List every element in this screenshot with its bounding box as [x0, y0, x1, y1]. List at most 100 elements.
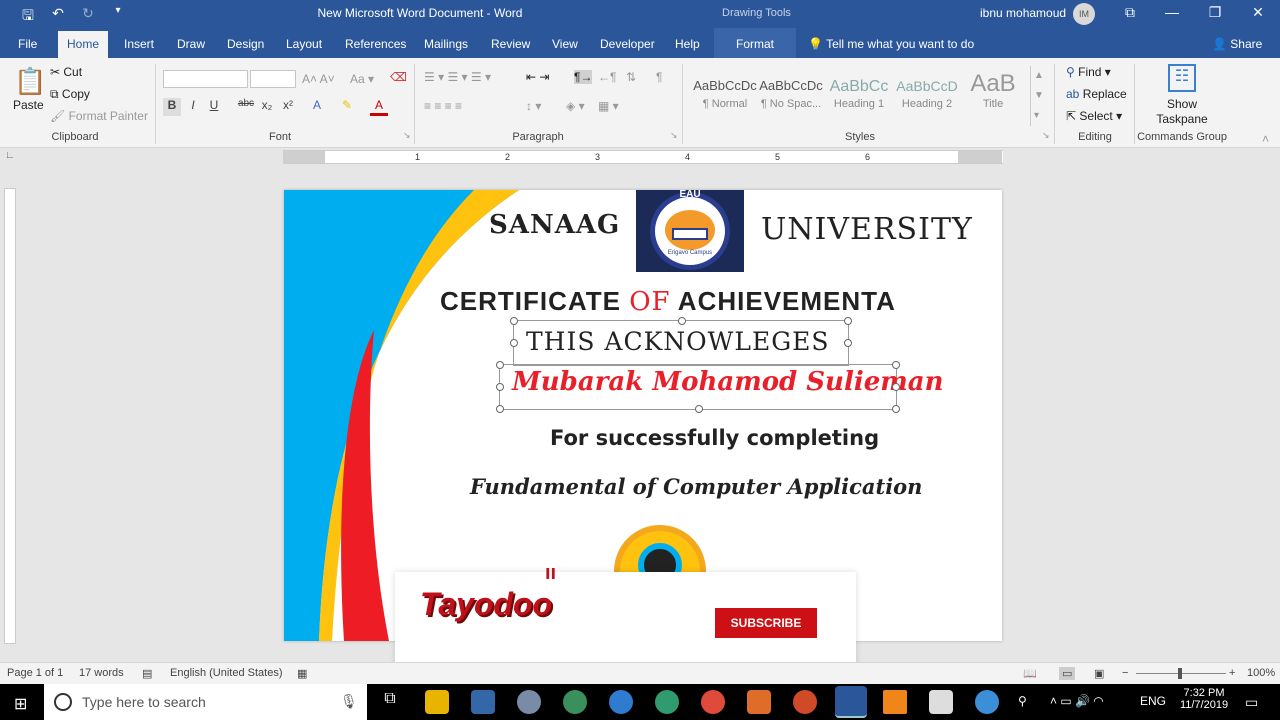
paragraph-launcher-icon[interactable]: ↘	[670, 130, 678, 141]
language[interactable]: English (United States)	[170, 667, 283, 679]
app-icon[interactable]	[563, 690, 587, 714]
proofing-icon[interactable]: ▤	[142, 667, 152, 680]
resize-handle[interactable]	[695, 405, 703, 413]
tab-selector-icon[interactable]: ∟	[5, 150, 15, 161]
zoom-level[interactable]: 100%	[1247, 667, 1275, 679]
superscript-button[interactable]: x²	[279, 98, 297, 116]
font-size-select[interactable]	[250, 70, 296, 88]
resize-handle[interactable]	[510, 317, 518, 325]
horizontal-ruler[interactable]: 1 2 3 4 5 6	[283, 150, 1003, 164]
chrome-icon[interactable]	[701, 690, 725, 714]
tab-file[interactable]: File	[18, 37, 37, 51]
clipboard-icon[interactable]: 📋	[14, 66, 46, 97]
pilcrow-icon[interactable]: ¶	[656, 70, 662, 84]
restore-button[interactable]: ❐	[1205, 4, 1225, 24]
app-icon[interactable]	[747, 690, 771, 714]
style-title[interactable]: AaB Title	[960, 66, 1026, 122]
bullets-icon[interactable]: ☰ ▾ ☰ ▾ ☰ ▾	[424, 70, 491, 84]
font-launcher-icon[interactable]: ↘	[403, 130, 411, 141]
resize-handle[interactable]	[844, 339, 852, 347]
notifications-icon[interactable]: ▭	[1245, 694, 1258, 711]
tab-layout[interactable]: Layout	[286, 37, 322, 51]
find-button[interactable]: ⚲ Find ▾	[1066, 65, 1111, 79]
align-icons[interactable]: ≡ ≡ ≡ ≡	[424, 99, 462, 113]
people-icon[interactable]: ⚲	[1018, 694, 1027, 708]
style-normal[interactable]: AaBbCcDc ¶ Normal	[692, 66, 758, 122]
tab-draw[interactable]: Draw	[177, 37, 205, 51]
copy-button[interactable]: ⧉ Copy	[50, 87, 90, 102]
format-painter-button[interactable]: 🖌 Format Painter	[50, 109, 148, 123]
page-count[interactable]: Page 1 of 1	[7, 667, 63, 679]
avatar[interactable]: IM	[1073, 3, 1095, 25]
app-icon[interactable]	[929, 690, 953, 714]
italic-button[interactable]: I	[184, 98, 202, 116]
tab-references[interactable]: References	[345, 37, 406, 51]
bold-button[interactable]: B	[163, 98, 181, 116]
vertical-ruler[interactable]	[4, 188, 16, 644]
indent-icon[interactable]: ⇤ ⇥	[526, 70, 549, 84]
ribbon-display-options-icon[interactable]: ⧉	[1120, 4, 1140, 24]
word-count[interactable]: 17 words	[79, 667, 124, 679]
resize-handle[interactable]	[892, 405, 900, 413]
resize-handle[interactable]	[678, 317, 686, 325]
style-heading-1[interactable]: AaBbCc Heading 1	[826, 66, 892, 122]
clock[interactable]: 7:32 PM 11/7/2019	[1176, 687, 1232, 711]
minimize-button[interactable]: —	[1162, 4, 1182, 24]
resize-handle[interactable]	[510, 339, 518, 347]
resize-handle[interactable]	[496, 405, 504, 413]
tray-icons[interactable]: ˄ ▭ 🔊 ◠	[1050, 694, 1104, 708]
tell-me-search[interactable]: 💡 Tell me what you want to do	[808, 37, 974, 51]
textbox-recipient[interactable]: Mubarak Mohamod Sulieman	[496, 361, 944, 413]
tab-help[interactable]: Help	[675, 37, 700, 51]
style-heading-2[interactable]: AaBbCcD Heading 2	[894, 66, 960, 122]
app-icon[interactable]	[655, 690, 679, 714]
resize-handle[interactable]	[892, 383, 900, 391]
subscript-button[interactable]: x₂	[258, 98, 276, 116]
file-explorer-icon[interactable]	[425, 690, 449, 714]
tab-mailings[interactable]: Mailings	[424, 37, 468, 51]
rtl-icon[interactable]: ←¶	[598, 70, 616, 84]
style-no-spacing[interactable]: AaBbCcDc ¶ No Spac...	[758, 66, 824, 122]
font-color-icon[interactable]: A	[370, 98, 388, 116]
app-icon[interactable]	[517, 690, 541, 714]
tab-view[interactable]: View	[552, 37, 578, 51]
highlight-icon[interactable]: ✎	[338, 98, 356, 116]
taskbar-search[interactable]: Type here to search 🎙	[44, 684, 367, 720]
shading-icon[interactable]: ◈ ▾	[566, 99, 585, 113]
task-view-icon[interactable]: ⧉	[378, 690, 402, 714]
zoom-thumb[interactable]	[1178, 668, 1182, 679]
resize-handle[interactable]	[496, 361, 504, 369]
macro-icon[interactable]: ▦	[297, 667, 307, 680]
cut-button[interactable]: ✂ Cut	[50, 65, 82, 79]
borders-icon[interactable]: ▦ ▾	[598, 99, 619, 113]
resize-handle[interactable]	[496, 383, 504, 391]
input-language[interactable]: ENG	[1140, 694, 1166, 708]
taskpane-icon[interactable]: ☷	[1168, 64, 1196, 92]
user-name[interactable]: ibnu mohamoud	[980, 6, 1066, 20]
tab-format[interactable]: Format	[736, 37, 774, 51]
resize-handle[interactable]	[892, 361, 900, 369]
windows-start-icon[interactable]: ⊞	[14, 694, 27, 714]
tab-insert[interactable]: Insert	[124, 37, 154, 51]
paste-button[interactable]: Paste	[13, 98, 44, 112]
zoom-out-icon[interactable]: −	[1122, 667, 1128, 679]
close-button[interactable]: ✕	[1248, 4, 1268, 24]
tab-design[interactable]: Design	[227, 37, 264, 51]
select-button[interactable]: ⇱ Select ▾	[1066, 109, 1122, 123]
resize-handle[interactable]	[844, 317, 852, 325]
line-spacing-icon[interactable]: ↕ ▾	[526, 99, 541, 113]
textbox-acknowledges[interactable]: THIS ACKNOWLEGES	[510, 317, 852, 366]
print-layout-icon[interactable]: ▭	[1059, 667, 1076, 680]
share-button[interactable]: 👤 Share	[1212, 37, 1262, 51]
microphone-icon[interactable]: 🎙	[340, 693, 358, 710]
font-name-select[interactable]	[163, 70, 248, 88]
tab-developer[interactable]: Developer	[600, 37, 655, 51]
subscribe-button[interactable]: SUBSCRIBE	[715, 608, 817, 638]
replace-button[interactable]: ab Replace	[1066, 87, 1127, 101]
show-taskpane-button[interactable]: Show Taskpane	[1138, 97, 1226, 127]
change-case-icon[interactable]: Aa ▾	[350, 72, 374, 86]
strikethrough-button[interactable]: abc	[235, 98, 257, 116]
web-layout-icon[interactable]: ▣	[1094, 667, 1104, 680]
styles-launcher-icon[interactable]: ↘	[1042, 130, 1050, 141]
text-effects-icon[interactable]: A	[308, 98, 326, 116]
